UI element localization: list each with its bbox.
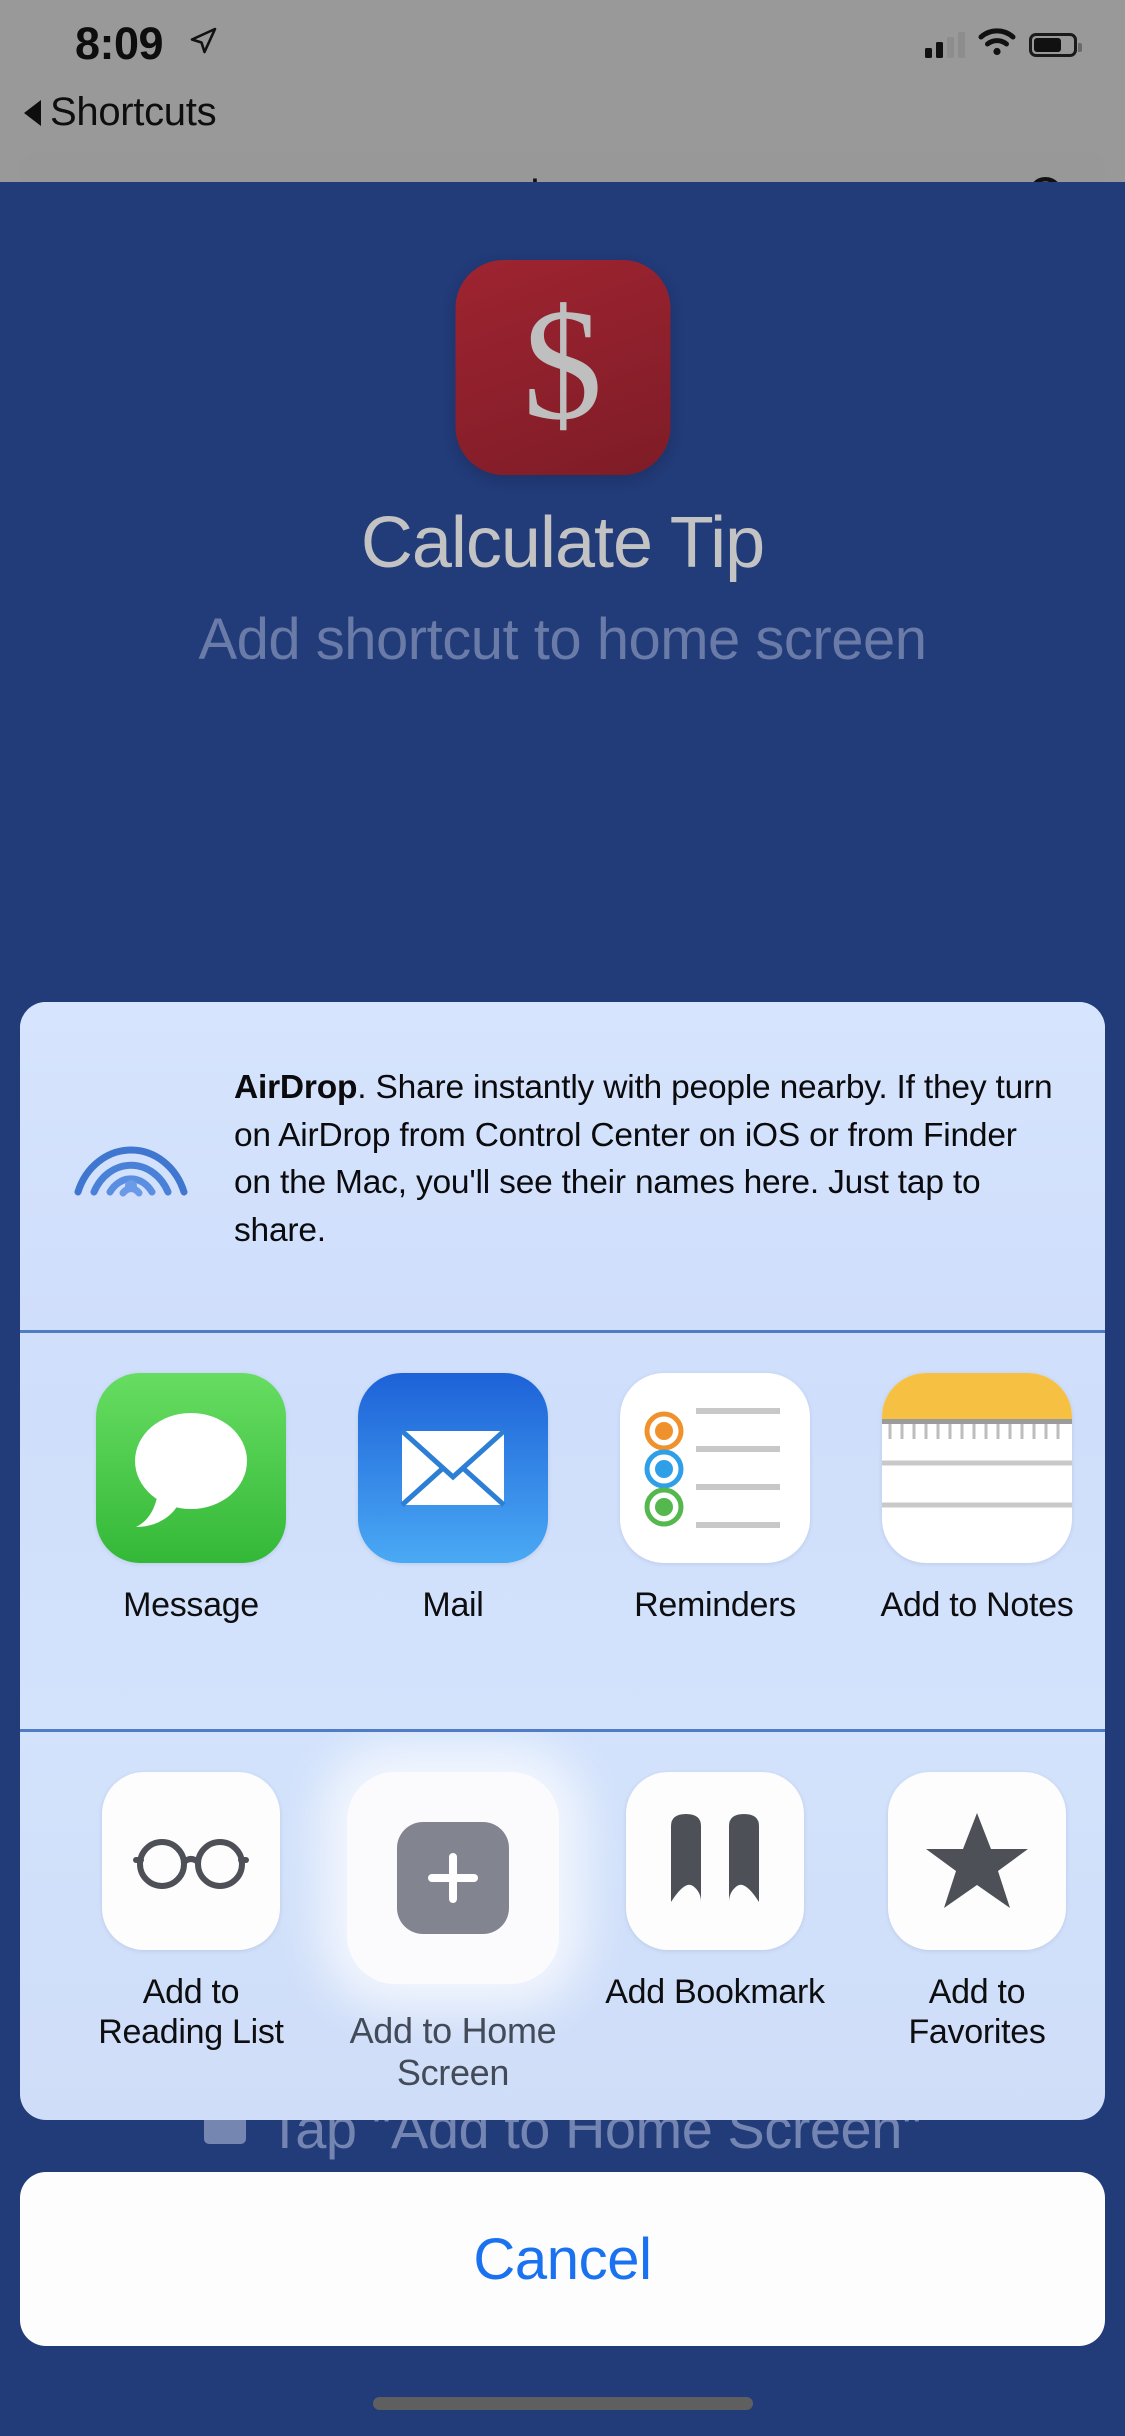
plus-icon — [397, 1822, 509, 1934]
share-app-row: Message Mail — [20, 1333, 1105, 1729]
share-target-mail[interactable]: Mail — [322, 1373, 584, 1625]
status-bar-time: 8:09 — [75, 18, 163, 70]
action-label: Add to Favorites — [862, 1972, 1092, 2052]
back-button-label: Shortcuts — [50, 90, 216, 135]
airdrop-description: AirDrop. Share instantly with people nea… — [234, 1056, 1061, 1330]
action-add-to-favorites[interactable]: Add to Favorites — [846, 1772, 1105, 2095]
safari-chrome: 8:09 Shortcuts data: — [0, 0, 1125, 182]
open-book-icon — [626, 1772, 804, 1950]
messages-app-icon — [96, 1373, 286, 1563]
mail-app-icon — [358, 1373, 548, 1563]
airdrop-icon — [68, 1056, 194, 1330]
location-arrow-icon — [188, 26, 218, 56]
dollar-sign-app-icon: $ — [455, 260, 670, 475]
battery-icon — [1029, 33, 1077, 57]
action-label: Add Bookmark — [605, 1972, 824, 2012]
action-label: Add to Reading List — [76, 1972, 306, 2052]
dollar-glyph: $ — [523, 284, 603, 444]
wifi-icon — [978, 28, 1016, 61]
cancel-button-label: Cancel — [473, 2226, 651, 2293]
status-bar-indicators — [925, 28, 1077, 61]
share-target-label: Reminders — [634, 1585, 796, 1625]
back-bar: Shortcuts — [0, 88, 1125, 138]
glasses-icon — [102, 1772, 280, 1950]
share-sheet: AirDrop. Share instantly with people nea… — [20, 1002, 1105, 2120]
share-target-message[interactable]: Message — [60, 1373, 322, 1625]
action-add-bookmark[interactable]: Add Bookmark — [584, 1772, 846, 2095]
share-target-reminders[interactable]: Reminders — [584, 1373, 846, 1625]
cellular-signal-icon — [925, 32, 965, 58]
status-bar: 8:09 — [0, 0, 1125, 88]
page-subtitle: Add shortcut to home screen — [0, 606, 1125, 673]
airdrop-title: AirDrop — [234, 1069, 357, 1106]
share-action-row: Add to Reading List Add to Home Screen — [20, 1732, 1105, 2120]
share-target-label: Mail — [422, 1585, 483, 1625]
page-title: Calculate Tip — [0, 502, 1125, 584]
back-triangle-icon — [24, 100, 41, 126]
action-add-to-reading-list[interactable]: Add to Reading List — [60, 1772, 322, 2095]
action-label: Add to Home Screen — [338, 2010, 568, 2095]
airdrop-body: . Share instantly with people nearby. If… — [234, 1069, 1052, 1249]
notes-app-icon — [882, 1373, 1072, 1563]
reminders-app-icon — [620, 1373, 810, 1563]
share-target-notes[interactable]: Add to Notes — [846, 1373, 1105, 1625]
star-icon — [888, 1772, 1066, 1950]
home-indicator[interactable] — [373, 2397, 753, 2410]
action-add-to-home-screen[interactable]: Add to Home Screen — [322, 1772, 584, 2095]
plus-square-icon — [347, 1772, 559, 1984]
back-button-shortcuts[interactable]: Shortcuts — [24, 90, 216, 135]
share-target-label: Message — [123, 1585, 259, 1625]
cancel-button[interactable]: Cancel — [20, 2172, 1105, 2346]
airdrop-section[interactable]: AirDrop. Share instantly with people nea… — [20, 1002, 1105, 1330]
share-target-label: Add to Notes — [881, 1585, 1074, 1625]
